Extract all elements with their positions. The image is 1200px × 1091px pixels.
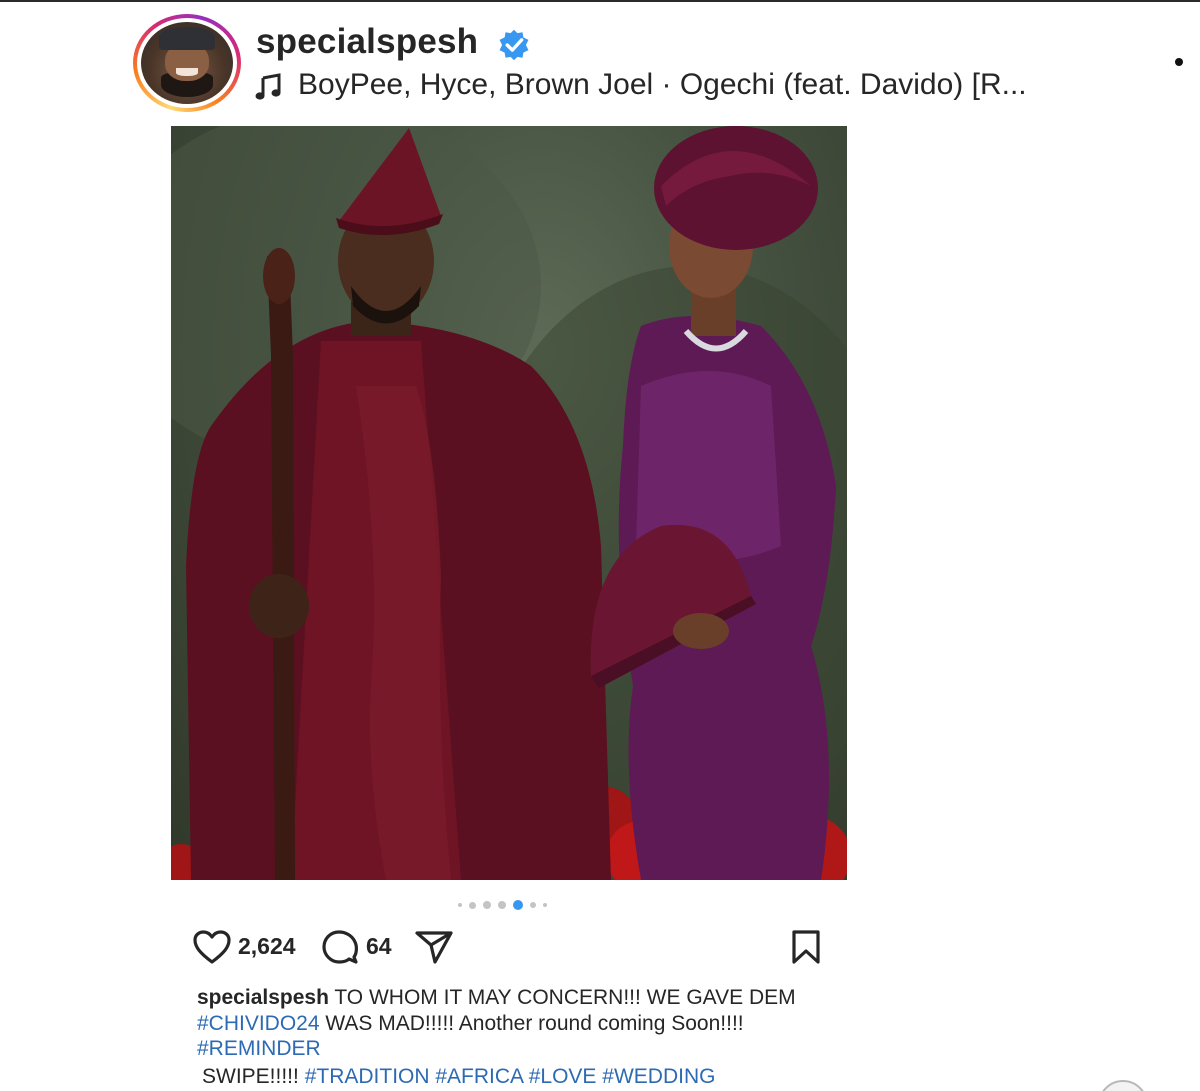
- caption-line-4: SWIPE!!!!! #TRADITION #AFRICA #LOVE #WED…: [202, 1064, 716, 1088]
- carousel-dot: [469, 901, 476, 909]
- carousel-dot: [543, 903, 547, 907]
- floating-button[interactable]: [1098, 1080, 1148, 1091]
- audio-track-label[interactable]: BoyPee, Hyce, Brown Joel · Ogechi (feat.…: [298, 68, 1027, 102]
- like-count[interactable]: 2,624: [238, 933, 296, 960]
- caption-line-3: #REMINDER: [197, 1036, 897, 1062]
- heart-icon[interactable]: [192, 929, 232, 965]
- comment-count[interactable]: 64: [366, 933, 392, 960]
- bookmark-icon[interactable]: [790, 929, 822, 965]
- verified-badge-icon: [499, 29, 529, 61]
- story-ring-avatar[interactable]: [133, 14, 241, 112]
- carousel-dot: [483, 901, 491, 909]
- comment-icon[interactable]: [321, 929, 359, 965]
- carousel-dot: [530, 902, 536, 908]
- more-options-icon[interactable]: [1175, 58, 1183, 66]
- carousel-dot: [458, 903, 462, 907]
- avatar: [141, 22, 233, 104]
- post-username[interactable]: specialspesh: [256, 22, 478, 62]
- hashtag-chivido24[interactable]: #CHIVIDO24: [197, 1012, 320, 1035]
- carousel-dot: [498, 901, 506, 909]
- hashtag-reminder[interactable]: #REMINDER: [197, 1037, 321, 1060]
- top-border: [0, 0, 1200, 2]
- send-icon[interactable]: [414, 929, 454, 965]
- carousel-indicator: [458, 898, 568, 912]
- post-caption: specialspesh TO WHOM IT MAY CONCERN!!! W…: [197, 985, 897, 1089]
- caption-line-2: #CHIVIDO24 WAS MAD!!!!! Another round co…: [197, 1011, 744, 1035]
- carousel-dot-active: [513, 900, 523, 910]
- caption-line-1: specialspesh TO WHOM IT MAY CONCERN!!! W…: [197, 986, 796, 1009]
- caption-username[interactable]: specialspesh: [197, 986, 329, 1009]
- music-note-icon: [255, 73, 281, 100]
- post-image[interactable]: [171, 126, 847, 880]
- hashtag-group[interactable]: #TRADITION #AFRICA #LOVE #WEDDING: [305, 1065, 716, 1088]
